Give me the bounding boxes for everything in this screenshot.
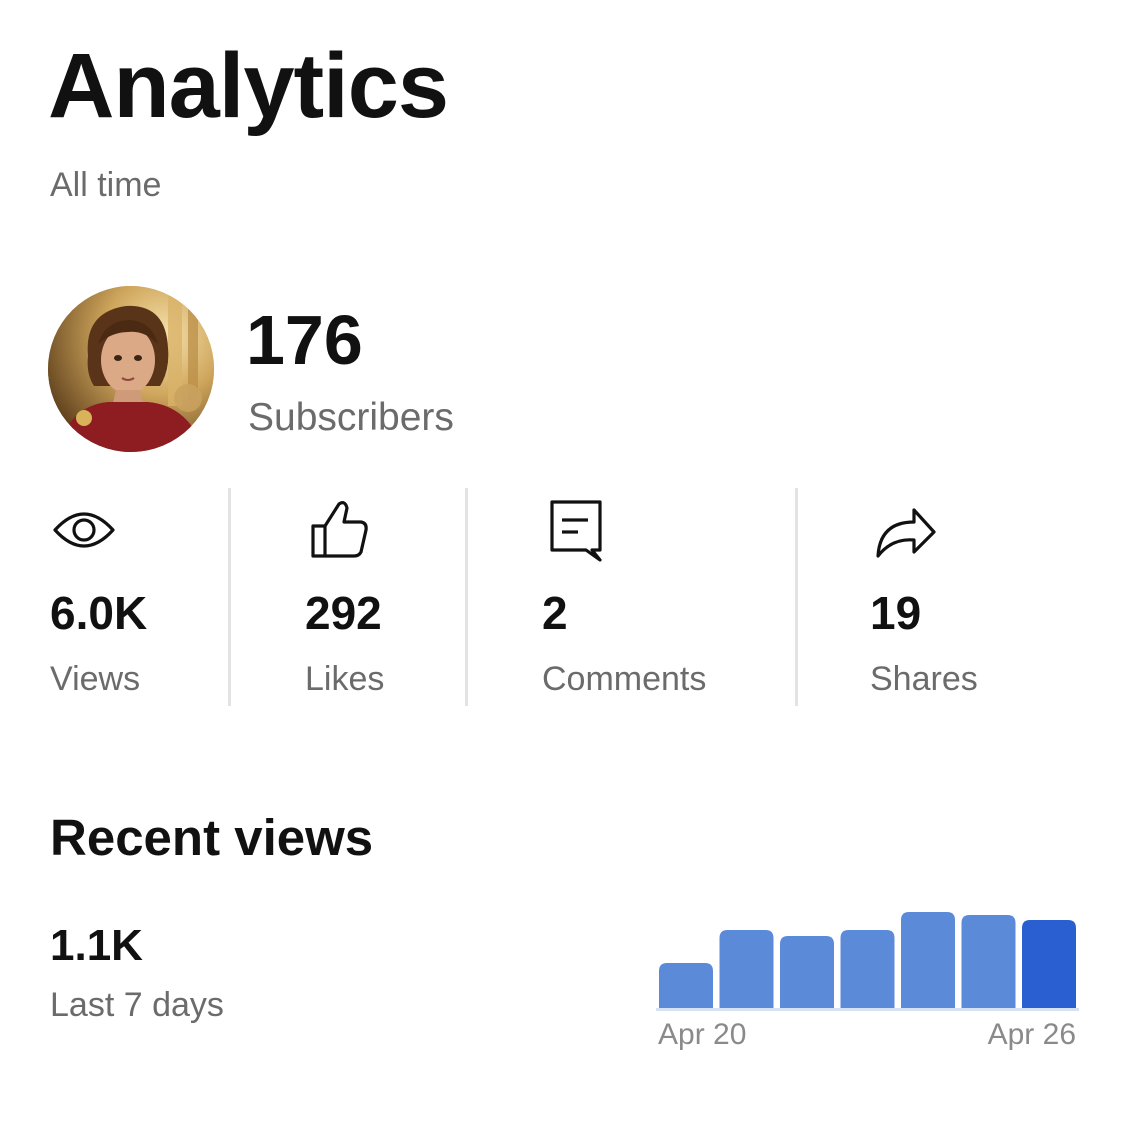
share-icon: [876, 508, 936, 558]
comments-value: 2: [542, 587, 568, 639]
stat-comments[interactable]: 2 Comments: [542, 488, 792, 706]
stats-divider: [228, 488, 231, 706]
avatar[interactable]: [48, 286, 214, 452]
stats-row: 6.0K Views 292 Likes 2 Comments 19 Share…: [0, 488, 1124, 706]
comments-label: Comments: [542, 660, 707, 698]
recent-views-value: 1.1K: [50, 921, 143, 970]
recent-views-chart[interactable]: Apr 20 Apr 26: [656, 900, 1079, 1060]
stat-shares[interactable]: 19 Shares: [870, 488, 1070, 706]
stat-likes[interactable]: 292 Likes: [305, 488, 465, 706]
time-period-label[interactable]: All time: [50, 168, 161, 202]
thumbs-up-icon: [311, 501, 368, 558]
eye-icon: [53, 512, 115, 548]
avatar-portrait-icon: [48, 286, 214, 452]
chart-bar-apr-26[interactable]: [1022, 920, 1076, 1008]
recent-views-period: Last 7 days: [50, 986, 224, 1024]
likes-value: 292: [305, 587, 382, 639]
chart-bar-apr-22[interactable]: [780, 936, 834, 1008]
recent-views-title: Recent views: [50, 809, 374, 866]
stats-divider: [795, 488, 798, 706]
recent-views-bar-chart: Apr 20 Apr 26: [656, 912, 1079, 1051]
subscribers-label: Subscribers: [248, 396, 454, 439]
chart-bar-apr-25[interactable]: [961, 915, 1016, 1008]
chart-bar-apr-21[interactable]: [719, 930, 774, 1008]
shares-label: Shares: [870, 660, 978, 698]
stats-divider: [465, 488, 468, 706]
subscribers-count: 176: [246, 301, 363, 379]
chart-x-tick-label: Apr 20: [658, 1018, 746, 1051]
chart-bar-apr-20[interactable]: [659, 963, 713, 1008]
comment-icon: [550, 500, 602, 562]
stat-views[interactable]: 6.0K Views: [50, 488, 225, 706]
chart-bar-apr-23[interactable]: [840, 930, 895, 1008]
chart-x-tick-label: Apr 26: [988, 1018, 1076, 1051]
views-label: Views: [50, 660, 141, 698]
page-title: Analytics: [48, 35, 449, 137]
likes-label: Likes: [305, 660, 385, 698]
views-value: 6.0K: [50, 587, 148, 639]
shares-value: 19: [870, 587, 922, 639]
chart-bar-apr-24[interactable]: [901, 912, 955, 1008]
